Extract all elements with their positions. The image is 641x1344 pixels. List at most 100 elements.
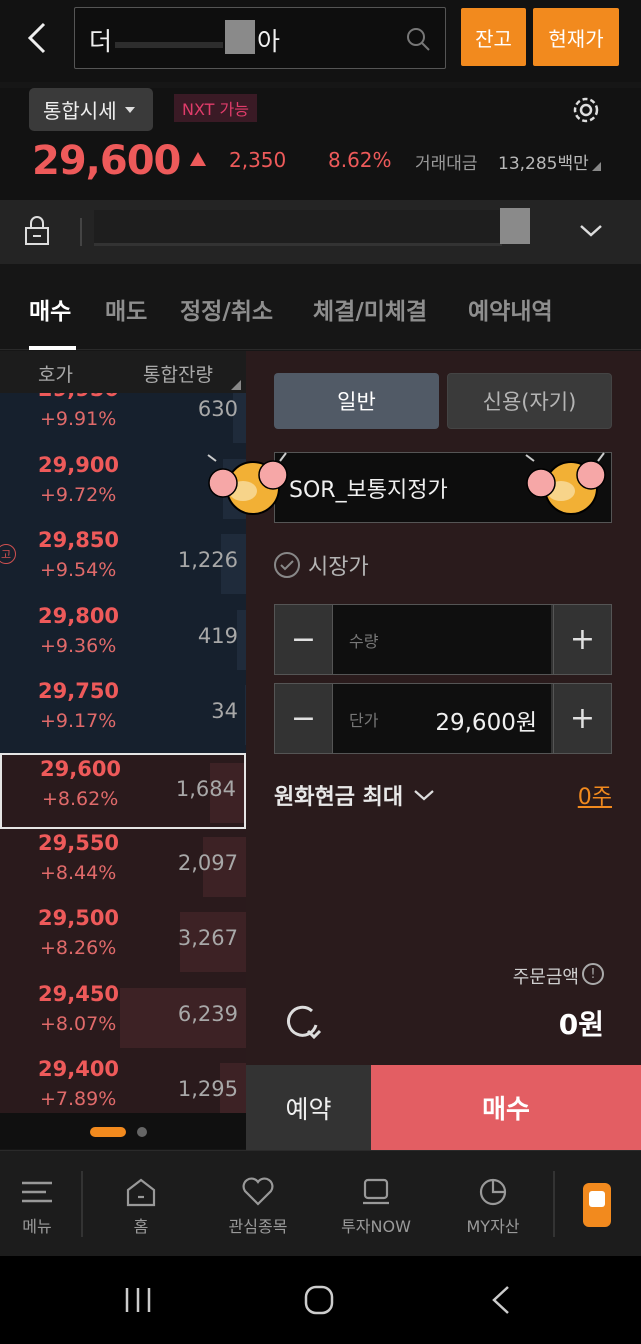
order-type-normal-button[interactable]: 일반 — [274, 373, 439, 429]
ask-row[interactable]: 29,750 +9.17% 34 — [0, 677, 246, 754]
row-rate: +9.17% — [40, 710, 117, 733]
quantity-decrease-button[interactable]: − — [275, 605, 333, 674]
back-icon[interactable] — [22, 18, 52, 58]
stock-name-end: 아 — [257, 27, 281, 56]
row-volume: 630 — [197, 397, 238, 421]
row-price: 29,800 — [38, 603, 120, 628]
account-selector[interactable] — [0, 200, 641, 264]
bid-row[interactable]: 29,550 +8.44% 2,097 — [0, 828, 246, 905]
nav-home[interactable]: 홈 — [86, 1151, 196, 1257]
market-selector-label: 통합시세 — [43, 99, 117, 123]
tab-reservations[interactable]: 예약내역 — [468, 292, 553, 326]
bid-row[interactable]: 29,450 +8.07% 6,239 — [0, 979, 246, 1056]
row-volume: 1,226 — [177, 548, 238, 573]
bid-row[interactable]: 29,400 +7.89% 1,295 — [0, 1055, 246, 1113]
top-bar: 더 아 잔고 현재가 — [0, 0, 641, 82]
market-selector[interactable]: 통합시세 — [29, 88, 153, 131]
search-icon[interactable] — [405, 26, 431, 52]
row-rate: +9.54% — [40, 559, 117, 582]
price-stepper: − 단가 29,600원 + — [274, 683, 612, 754]
bid-row[interactable]: 29,600 +8.62% 1,684 — [0, 753, 246, 829]
buy-button[interactable]: 매수 — [371, 1065, 641, 1150]
screen-icon — [363, 1178, 389, 1205]
market-price-checkbox[interactable]: 시장가 — [274, 549, 369, 581]
nav-menu-label: 메뉴 — [22, 1217, 52, 1236]
row-rate: +8.62% — [42, 788, 119, 810]
order-type-credit-button[interactable]: 신용(자기) — [447, 373, 612, 429]
current-price: 29,600 — [32, 138, 181, 184]
active-tab-indicator — [29, 346, 76, 350]
row-price: 29,400 — [38, 1057, 120, 1082]
divider — [80, 218, 82, 246]
balance-button[interactable]: 잔고 — [461, 8, 526, 66]
heart-icon — [242, 1177, 274, 1206]
market-price-label: 시장가 — [308, 555, 369, 580]
order-book-header: 호가 통합잔량 — [0, 351, 246, 393]
corner-indicator-icon — [592, 162, 601, 171]
nxt-badge: NXT 가능 — [174, 94, 257, 122]
trade-value-label: 거래대금 — [415, 154, 478, 174]
nav-menu[interactable]: 메뉴 — [0, 1151, 92, 1257]
ask-row[interactable]: 29,850 +9.54% 1,226 고 — [0, 526, 246, 603]
row-rate: +9.72% — [40, 483, 117, 506]
page-dot[interactable] — [137, 1127, 147, 1137]
stock-name-start: 더 — [89, 27, 113, 56]
max-shares-link[interactable]: 0주 — [578, 779, 612, 811]
price-column-header: 호가 — [38, 364, 73, 386]
chevron-down-icon[interactable] — [578, 222, 604, 240]
cash-max-dropdown[interactable]: 원화현금 최대 — [274, 779, 435, 811]
row-volume: 419 — [197, 623, 238, 648]
quantity-input[interactable]: 수량 — [333, 605, 551, 674]
price-increase-button[interactable]: + — [553, 684, 611, 753]
bid-row[interactable]: 29,500 +8.26% 3,267 — [0, 904, 246, 981]
info-icon[interactable]: ! — [582, 963, 604, 985]
refresh-icon[interactable] — [282, 1001, 324, 1043]
character-sticker-icon — [525, 452, 606, 515]
reserve-order-button[interactable]: 예약 — [246, 1065, 371, 1150]
price-input[interactable]: 단가 29,600원 — [333, 684, 551, 753]
price-change: 2,350 — [229, 148, 287, 172]
row-rate: +7.89% — [40, 1088, 117, 1111]
stock-search-input[interactable]: 더 아 — [74, 7, 446, 69]
order-panel: 일반 신용(자기) SOR_보통지정가 시장가 − 수량 + − 단가 29,6… — [207, 351, 641, 1065]
row-price: 29,900 — [38, 452, 120, 477]
row-volume: 1,684 — [175, 777, 236, 801]
nav-my-assets-label: MY자산 — [466, 1217, 520, 1236]
nav-watchlist[interactable]: 관심종목 — [203, 1151, 313, 1257]
row-price: 29,950 — [38, 393, 119, 401]
redaction-block — [500, 208, 530, 244]
volume-bar — [237, 609, 246, 670]
nav-my-assets[interactable]: MY자산 — [438, 1151, 548, 1257]
up-arrow-icon — [190, 152, 206, 166]
tab-sell[interactable]: 매도 — [105, 292, 147, 326]
page-dot-active[interactable] — [90, 1127, 126, 1137]
ask-row[interactable]: 29,800 +9.36% 419 — [0, 601, 246, 678]
tab-modify-cancel[interactable]: 정정/취소 — [180, 292, 273, 326]
order-tabs: 매수 매도 정정/취소 체결/미체결 예약내역 — [0, 264, 641, 350]
quantity-stepper: − 수량 + — [274, 604, 612, 675]
back-nav-icon[interactable] — [488, 1284, 514, 1316]
row-rate: +8.44% — [40, 861, 117, 884]
price-decrease-button[interactable]: − — [275, 684, 333, 753]
row-rate: +9.36% — [40, 634, 117, 657]
menu-icon — [22, 1181, 52, 1203]
page-indicator — [0, 1113, 246, 1149]
home-button-icon[interactable] — [303, 1284, 335, 1316]
gear-icon[interactable] — [568, 92, 604, 128]
day-high-marker: 고 — [0, 544, 16, 565]
home-icon — [126, 1178, 156, 1207]
nav-invest-now[interactable]: 투자NOW — [321, 1151, 431, 1257]
price-change-pct: 8.62% — [328, 148, 392, 172]
phone-order-icon[interactable] — [583, 1183, 611, 1227]
order-amount-label: 주문금액 — [512, 967, 579, 988]
row-price: 29,750 — [38, 679, 120, 704]
check-icon — [274, 552, 300, 578]
nav-invest-now-label: 투자NOW — [341, 1217, 411, 1236]
pie-chart-icon — [479, 1178, 507, 1206]
tab-executions[interactable]: 체결/미체결 — [313, 292, 427, 326]
recent-apps-icon[interactable] — [122, 1286, 154, 1314]
current-price-button[interactable]: 현재가 — [533, 8, 619, 66]
tab-buy[interactable]: 매수 — [29, 292, 71, 326]
lock-icon — [25, 216, 49, 245]
quantity-increase-button[interactable]: + — [553, 605, 611, 674]
